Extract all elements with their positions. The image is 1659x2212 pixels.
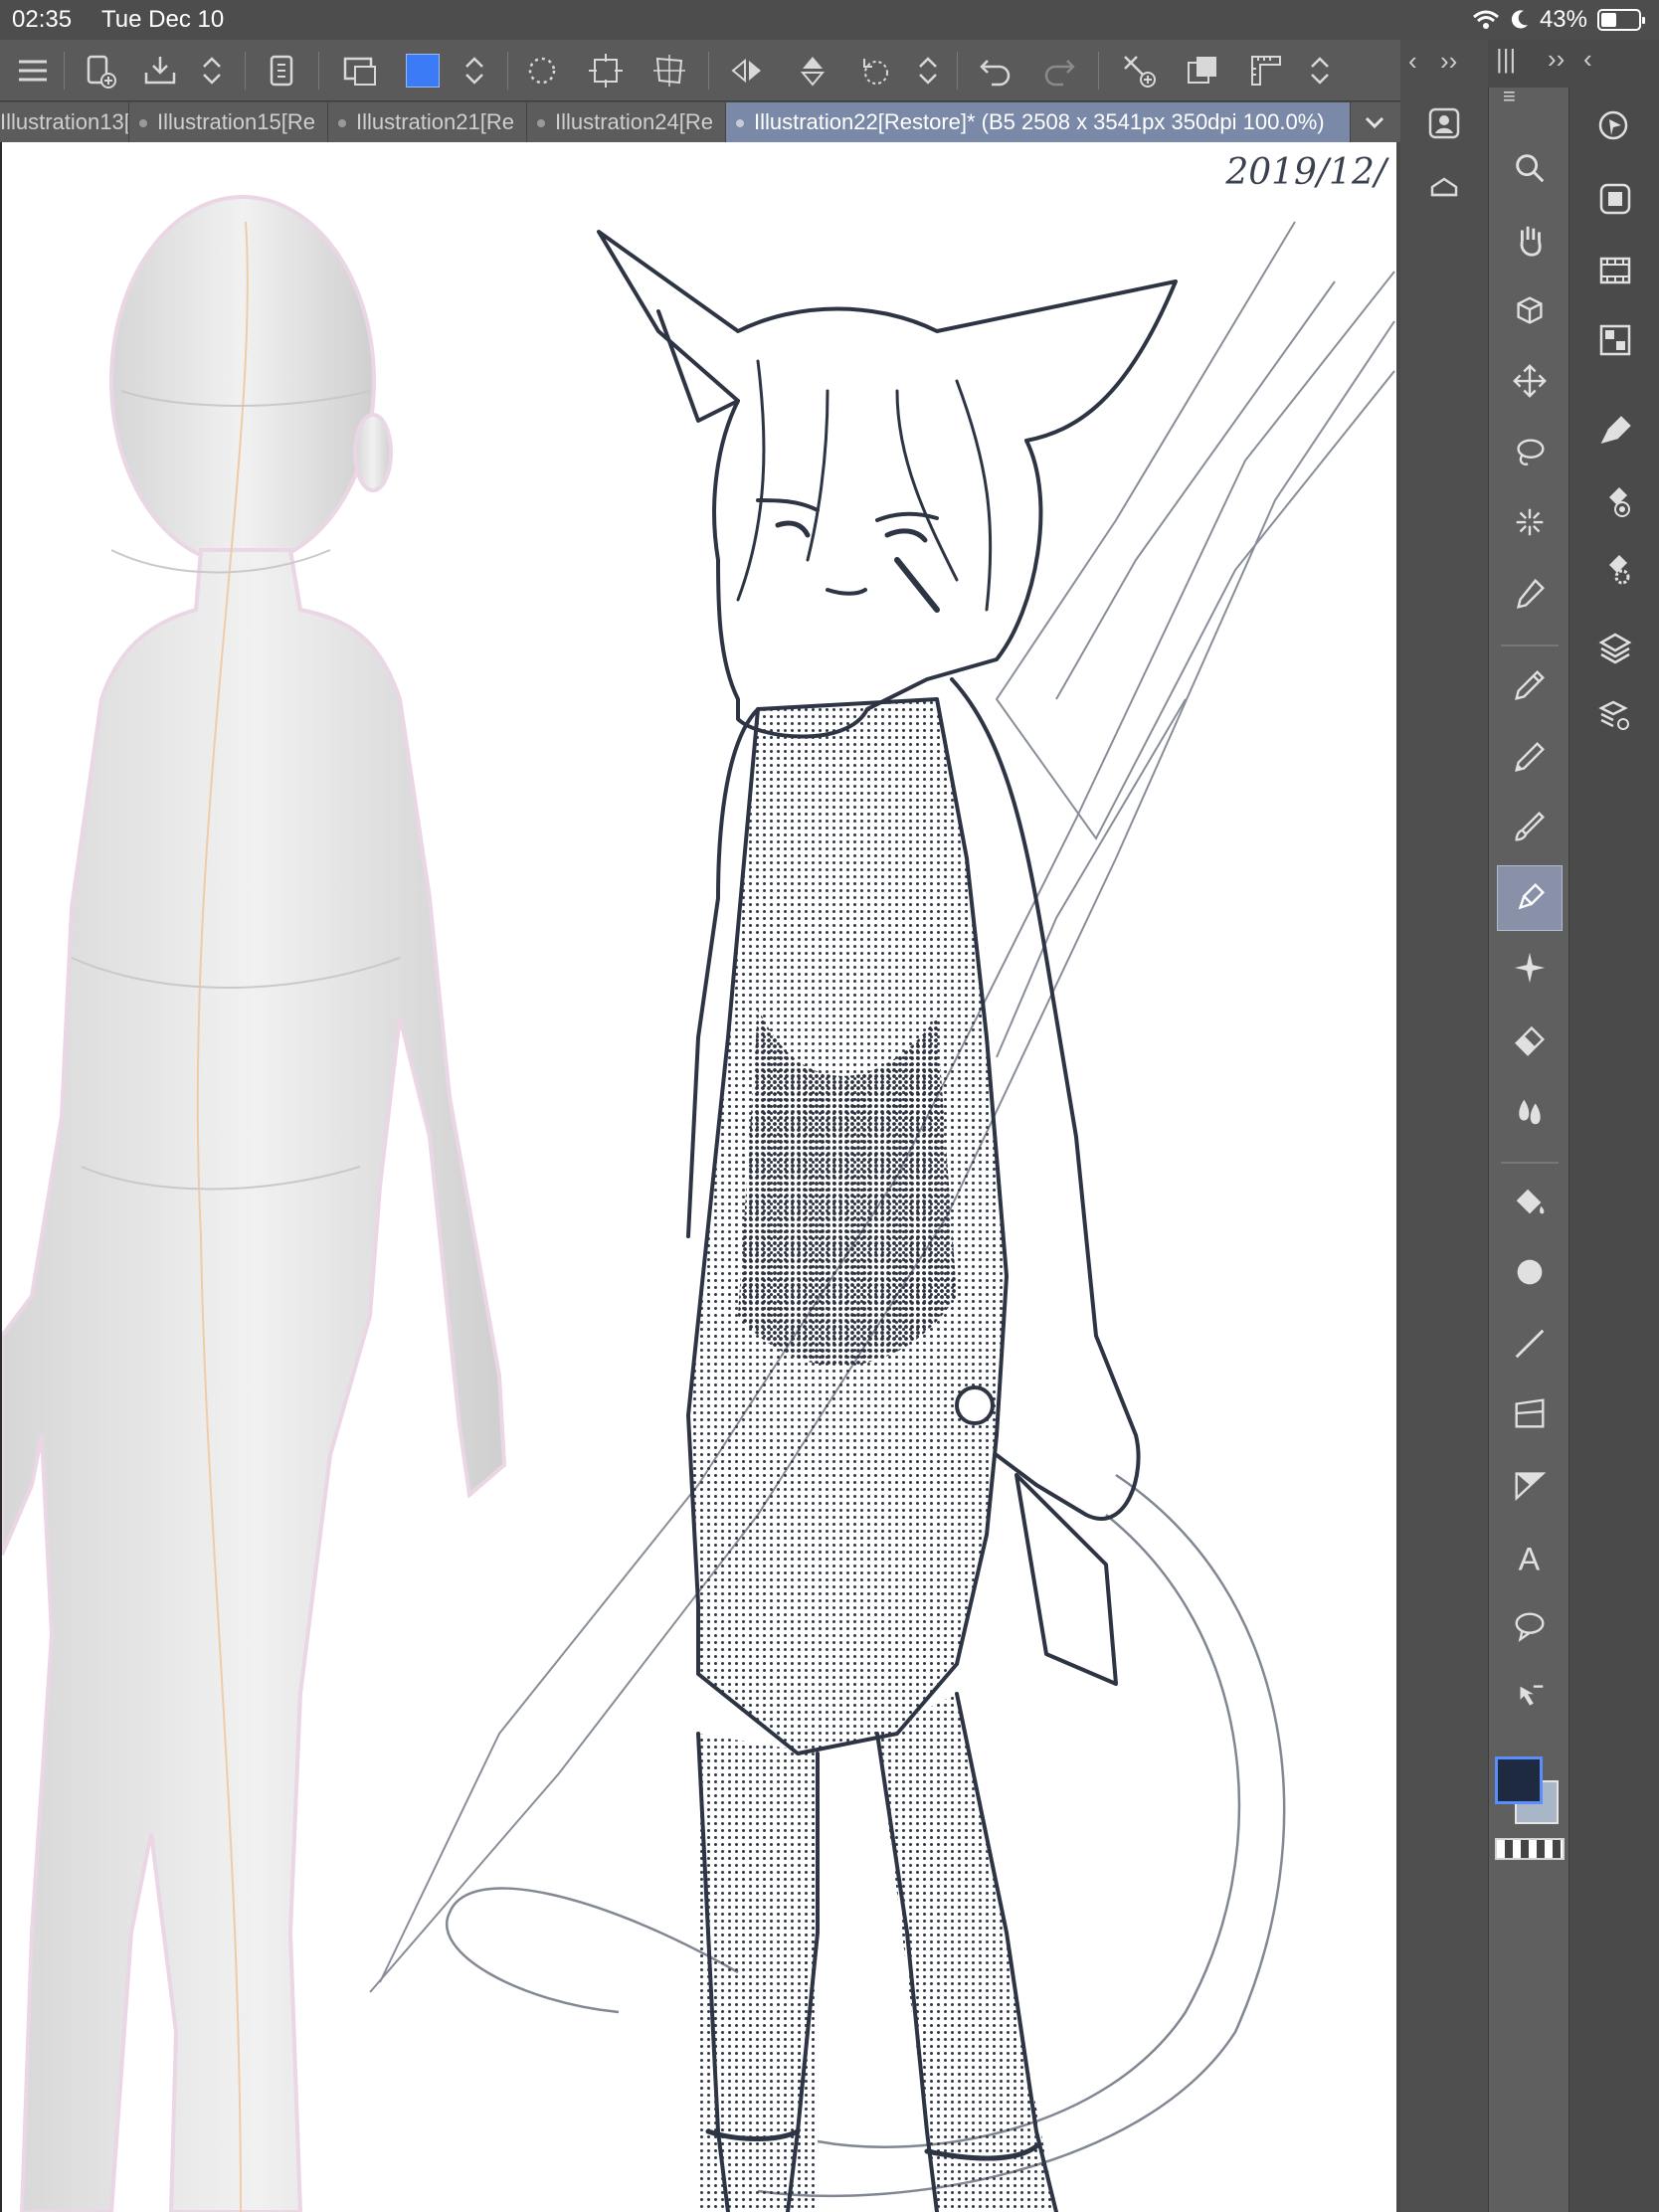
command-bar bbox=[0, 40, 1400, 101]
tab-illustration22-active[interactable]: Illustration22[Restore]* (B5 2508 x 3541… bbox=[726, 102, 1351, 142]
updown-icon[interactable] bbox=[905, 48, 951, 93]
current-color-chip[interactable] bbox=[400, 48, 446, 93]
clip-icon[interactable] bbox=[259, 48, 304, 93]
frame-icon[interactable] bbox=[1497, 1381, 1563, 1446]
shape-icon[interactable] bbox=[1497, 1239, 1563, 1305]
tab-illustration15[interactable]: Illustration15[Re bbox=[129, 102, 328, 142]
magic-wand-icon[interactable] bbox=[1497, 489, 1563, 555]
palette-dock-left: ‹ ›› bbox=[1400, 40, 1488, 2212]
tool-property-icon[interactable] bbox=[1587, 404, 1643, 460]
layer-copy-icon[interactable] bbox=[1180, 48, 1225, 93]
collapse-right-icon[interactable]: ›› bbox=[1440, 46, 1457, 77]
transparent-color-swatch[interactable] bbox=[1495, 1838, 1565, 1860]
layer-property-icon[interactable] bbox=[1587, 171, 1643, 227]
expand-right-icon[interactable]: ›› bbox=[1548, 44, 1565, 75]
main-color-swatch[interactable] bbox=[1495, 1756, 1543, 1804]
battery-icon bbox=[1597, 9, 1645, 31]
fill-icon[interactable] bbox=[1497, 1170, 1563, 1235]
sub-tool-icon[interactable] bbox=[1416, 161, 1472, 217]
wifi-icon bbox=[1472, 10, 1499, 29]
battery-percent: 43% bbox=[1539, 6, 1587, 33]
3d-move-icon[interactable] bbox=[1497, 278, 1563, 344]
screen-icon[interactable] bbox=[338, 48, 384, 93]
tab-illustration13[interactable]: Illustration13[Re bbox=[0, 102, 129, 142]
tool-palette: ≡ A bbox=[1488, 84, 1569, 2212]
panel-icon-column bbox=[1571, 88, 1659, 2212]
status-indicators: 43% bbox=[1472, 6, 1645, 34]
hand-icon[interactable] bbox=[1497, 207, 1563, 273]
text-icon[interactable]: A bbox=[1497, 1524, 1563, 1589]
correct-line-icon[interactable] bbox=[1497, 1665, 1563, 1731]
material-icon[interactable] bbox=[1416, 95, 1472, 151]
drawing-canvas[interactable]: 2019/12/ bbox=[0, 142, 1396, 2212]
rotate-icon[interactable] bbox=[853, 48, 899, 93]
svg-text:A: A bbox=[1519, 1541, 1541, 1575]
collapse-left-icon[interactable]: ‹ bbox=[1408, 46, 1417, 77]
status-bar: 02:35 Tue Dec 10 43% bbox=[0, 0, 1659, 40]
updown-icon[interactable] bbox=[452, 48, 497, 93]
balloon-icon[interactable] bbox=[1497, 1593, 1563, 1659]
tab-list-chevron-down-icon[interactable] bbox=[1355, 102, 1394, 142]
updown-icon[interactable] bbox=[1297, 48, 1343, 93]
layer-search-icon[interactable] bbox=[1587, 688, 1643, 744]
artwork bbox=[2, 195, 1395, 2212]
status-date: Tue Dec 10 bbox=[101, 6, 225, 33]
redo-icon[interactable] bbox=[1036, 48, 1082, 93]
line-icon[interactable] bbox=[1497, 1311, 1563, 1377]
airbrush-icon[interactable] bbox=[1497, 865, 1563, 931]
eraser-icon[interactable] bbox=[1497, 1007, 1563, 1072]
character-sketch bbox=[597, 230, 1178, 2212]
tool-settings-icon[interactable] bbox=[1587, 541, 1643, 597]
flip-v-icon[interactable] bbox=[790, 48, 835, 93]
new-file-icon[interactable] bbox=[78, 48, 123, 93]
brush-size-icon[interactable] bbox=[1587, 473, 1643, 529]
undo-icon[interactable] bbox=[973, 48, 1018, 93]
transform-icon[interactable] bbox=[583, 48, 629, 93]
palette-menu-icon[interactable]: ≡ bbox=[1503, 84, 1516, 109]
status-time: 02:35 bbox=[12, 6, 73, 33]
zoom-icon[interactable] bbox=[1497, 135, 1563, 201]
date-annotation: 2019/12/ bbox=[1225, 152, 1386, 193]
clip-studio-window: 02:35 Tue Dec 10 43% Illustration13 Illu… bbox=[0, 0, 1659, 2212]
selection-icon[interactable] bbox=[519, 48, 565, 93]
flip-h-icon[interactable] bbox=[724, 48, 770, 93]
menu-icon[interactable] bbox=[10, 48, 56, 93]
navigator-icon[interactable] bbox=[1587, 99, 1643, 155]
ruler-add-icon[interactable] bbox=[1116, 48, 1162, 93]
pen-icon[interactable] bbox=[1497, 652, 1563, 718]
dock-divider-icon[interactable]: ||| bbox=[1496, 44, 1516, 75]
color-set-icon[interactable] bbox=[1587, 312, 1643, 368]
ruler-icon[interactable] bbox=[1243, 48, 1289, 93]
ruler-tool-icon[interactable] bbox=[1497, 1452, 1563, 1518]
animation-icon[interactable] bbox=[1587, 243, 1643, 298]
tab-illustration21[interactable]: Illustration21[Re bbox=[328, 102, 527, 142]
layer-icon[interactable] bbox=[1587, 621, 1643, 676]
eyedropper-icon[interactable] bbox=[1497, 561, 1563, 627]
brush-icon[interactable] bbox=[1497, 794, 1563, 859]
tab-illustration24[interactable]: Illustration24[Re bbox=[527, 102, 726, 142]
document-tabs: Illustration13[Re Illustration15[Re Illu… bbox=[0, 102, 1400, 142]
decoration-icon[interactable] bbox=[1497, 935, 1563, 1001]
blend-icon[interactable] bbox=[1497, 1078, 1563, 1144]
color-swatch[interactable] bbox=[406, 54, 440, 88]
save-icon[interactable] bbox=[137, 48, 183, 93]
expand-left-icon[interactable]: ‹ bbox=[1583, 44, 1592, 75]
mesh-icon[interactable] bbox=[646, 48, 692, 93]
lasso-icon[interactable] bbox=[1497, 420, 1563, 485]
3d-drawing-figure[interactable] bbox=[2, 195, 507, 2212]
updown-icon[interactable] bbox=[189, 48, 235, 93]
move-icon[interactable] bbox=[1497, 348, 1563, 414]
moon-icon bbox=[1511, 10, 1528, 29]
pencil-icon[interactable] bbox=[1497, 724, 1563, 790]
